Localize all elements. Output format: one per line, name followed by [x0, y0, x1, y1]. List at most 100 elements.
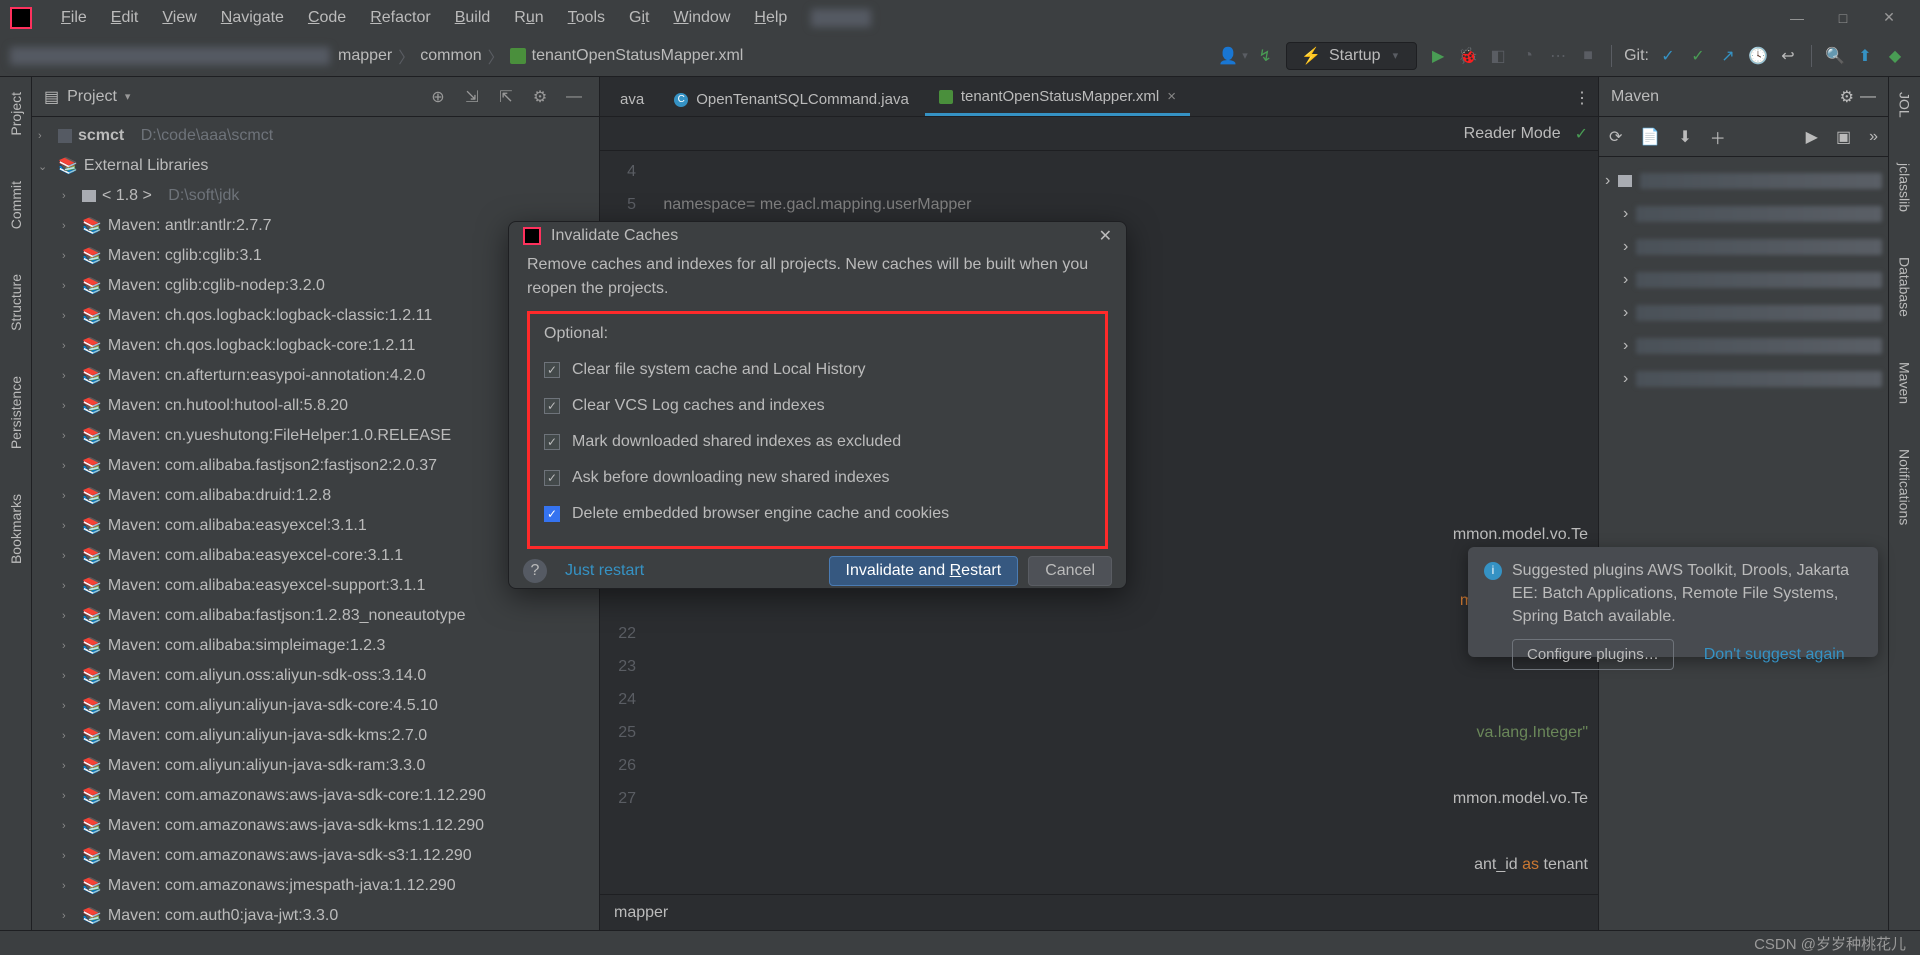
menu-window[interactable]: Window — [663, 5, 740, 31]
just-restart-link[interactable]: Just restart — [565, 562, 644, 580]
breadcrumb-seg[interactable]: mapper — [338, 47, 392, 65]
library-node[interactable]: ›📚Maven: com.amazonaws:jmespath-java:1.1… — [32, 871, 599, 901]
settings-icon[interactable]: ⚙ — [527, 87, 553, 107]
git-history-icon[interactable]: 🕓 — [1743, 41, 1773, 71]
stop-button[interactable]: ■ — [1573, 41, 1603, 71]
checkbox-clear-fs[interactable]: ✓Clear file system cache and Local Histo… — [544, 352, 1091, 388]
library-node[interactable]: ›📚Maven: com.alibaba:fastjson:1.2.83_non… — [32, 601, 599, 631]
editor-tab-active[interactable]: tenantOpenStatusMapper.xml× — [925, 80, 1190, 116]
debug-button[interactable]: 🐞 — [1453, 41, 1483, 71]
library-node[interactable]: ›📚Maven: com.auth0:java-jwt:3.3.0 — [32, 901, 599, 930]
more-icon[interactable]: » — [1869, 128, 1878, 146]
refresh-icon[interactable]: ⟳ — [1609, 127, 1622, 147]
git-push-icon[interactable]: ↗ — [1713, 41, 1743, 71]
maven-tool[interactable]: Maven — [1897, 362, 1913, 409]
checkbox-ask-download[interactable]: ✓Ask before downloading new shared index… — [544, 460, 1091, 496]
configure-plugins-button[interactable]: Configure plugins… — [1512, 639, 1674, 671]
library-node[interactable]: ›📚Maven: com.aliyun.oss:aliyun-sdk-oss:3… — [32, 661, 599, 691]
git-commit-icon[interactable]: ✓ — [1683, 41, 1713, 71]
user-icon[interactable]: 👤▾ — [1220, 41, 1250, 71]
hammer-icon[interactable]: ↯ — [1250, 41, 1280, 71]
coverage-button[interactable]: ◧ — [1483, 41, 1513, 71]
statusbar: CSDN @岁岁种桃花儿 — [0, 930, 1920, 955]
invalidate-restart-button[interactable]: Invalidate and Restart — [829, 556, 1019, 586]
commit-tool[interactable]: Commit — [8, 181, 24, 234]
dropdown-icon[interactable]: ▾ — [125, 90, 131, 103]
library-node[interactable]: ›📚Maven: com.amazonaws:aws-java-sdk-kms:… — [32, 811, 599, 841]
hide-icon[interactable]: — — [561, 88, 587, 106]
cancel-button[interactable]: Cancel — [1028, 556, 1112, 586]
run-maven-icon[interactable]: ▶ — [1806, 127, 1818, 147]
jclasslib-tool[interactable]: jclasslib — [1897, 163, 1913, 217]
extra-icon[interactable]: ◆ — [1880, 41, 1910, 71]
generate-icon[interactable]: 📄 — [1640, 127, 1660, 147]
maven-tree[interactable]: › › › › › › › — [1599, 157, 1888, 930]
redacted-path — [10, 47, 330, 65]
library-node[interactable]: ›📚Maven: com.alibaba:simpleimage:1.2.3 — [32, 631, 599, 661]
project-tool[interactable]: Project — [8, 92, 24, 141]
library-node[interactable]: ›📚Maven: com.aliyun:aliyun-java-sdk-kms:… — [32, 721, 599, 751]
menu-view[interactable]: View — [152, 5, 206, 31]
breadcrumb-seg[interactable]: common — [420, 47, 481, 65]
collapse-icon[interactable]: ⇱ — [493, 87, 519, 107]
menu-tools[interactable]: Tools — [558, 5, 615, 31]
menu-code[interactable]: Code — [298, 5, 356, 31]
gear-icon[interactable]: ⚙ — [1840, 87, 1854, 107]
menu-help[interactable]: Help — [744, 5, 797, 31]
hide-icon[interactable]: — — [1860, 88, 1876, 106]
checkbox-mark-excluded[interactable]: ✓Mark downloaded shared indexes as exclu… — [544, 424, 1091, 460]
dialog-description: Remove caches and indexes for all projec… — [527, 253, 1108, 301]
structure-tool[interactable]: Structure — [8, 274, 24, 336]
run-button[interactable]: ▶ — [1423, 41, 1453, 71]
database-tool[interactable]: Database — [1897, 257, 1913, 322]
library-node[interactable]: ›📚Maven: com.amazonaws:aws-java-sdk-s3:1… — [32, 841, 599, 871]
profile-button[interactable]: ◔ — [1513, 41, 1543, 71]
download-icon[interactable]: ⬇ — [1678, 127, 1691, 147]
menu-refactor[interactable]: Refactor — [360, 5, 440, 31]
reader-mode-label[interactable]: Reader Mode — [1464, 125, 1561, 143]
menu-run[interactable]: Run — [504, 5, 553, 31]
expand-icon[interactable]: ⇲ — [459, 87, 485, 107]
jdk-node[interactable]: › < 1.8 > D:\soft\jdk — [32, 181, 599, 211]
notifications-tool[interactable]: Notifications — [1897, 449, 1913, 530]
more-tabs-icon[interactable]: ⋮ — [1566, 80, 1598, 116]
editor-tab[interactable]: COpenTenantSQLCommand.java — [660, 83, 923, 116]
window-minimize[interactable]: ― — [1776, 10, 1818, 26]
menu-edit[interactable]: Edit — [101, 5, 149, 31]
search-icon[interactable]: 🔍 — [1820, 41, 1850, 71]
help-icon[interactable]: ? — [523, 559, 547, 583]
window-close[interactable]: ✕ — [1868, 9, 1910, 26]
editor-tab[interactable]: ava — [606, 83, 658, 116]
menu-navigate[interactable]: Navigate — [211, 5, 294, 31]
bookmarks-tool[interactable]: Bookmarks — [8, 494, 24, 569]
git-update-icon[interactable]: ✓ — [1653, 41, 1683, 71]
checkbox-clear-vcs[interactable]: ✓Clear VCS Log caches and indexes — [544, 388, 1091, 424]
attach-button[interactable]: ⋯ — [1543, 41, 1573, 71]
external-libraries[interactable]: ⌄📚 External Libraries — [32, 151, 599, 181]
persistence-tool[interactable]: Persistence — [8, 376, 24, 454]
reader-check-icon[interactable]: ✓ — [1575, 124, 1588, 144]
window-maximize[interactable]: □ — [1822, 10, 1864, 26]
project-root[interactable]: › scmct D:\code\aaa\scmct — [32, 121, 599, 151]
run-configuration-select[interactable]: ⚡ Startup ▾ — [1286, 42, 1417, 70]
close-icon[interactable]: ✕ — [1099, 226, 1112, 246]
menu-build[interactable]: Build — [445, 5, 501, 31]
library-icon: 📚 — [82, 696, 102, 716]
git-rollback-icon[interactable]: ↩ — [1773, 41, 1803, 71]
sync-icon[interactable]: ⬆ — [1850, 41, 1880, 71]
menu-file[interactable]: File — [51, 5, 97, 31]
library-icon: 📚 — [82, 456, 102, 476]
library-node[interactable]: ›📚Maven: com.aliyun:aliyun-java-sdk-ram:… — [32, 751, 599, 781]
dont-suggest-link[interactable]: Don't suggest again — [1704, 639, 1845, 671]
execute-icon[interactable]: ▣ — [1836, 127, 1851, 147]
library-node[interactable]: ›📚Maven: com.amazonaws:aws-java-sdk-core… — [32, 781, 599, 811]
menu-git[interactable]: Git — [619, 5, 659, 31]
jol-tool[interactable]: JOL — [1897, 92, 1913, 123]
add-icon[interactable]: ＋ — [1710, 125, 1726, 149]
checkbox-delete-browser[interactable]: ✓Delete embedded browser engine cache an… — [544, 496, 1091, 532]
library-node[interactable]: ›📚Maven: com.aliyun:aliyun-java-sdk-core… — [32, 691, 599, 721]
breadcrumb-file[interactable]: tenantOpenStatusMapper.xml — [532, 47, 744, 65]
locate-icon[interactable]: ⊕ — [425, 87, 451, 107]
close-tab-icon[interactable]: × — [1167, 88, 1176, 105]
library-icon: 📚 — [82, 366, 102, 386]
